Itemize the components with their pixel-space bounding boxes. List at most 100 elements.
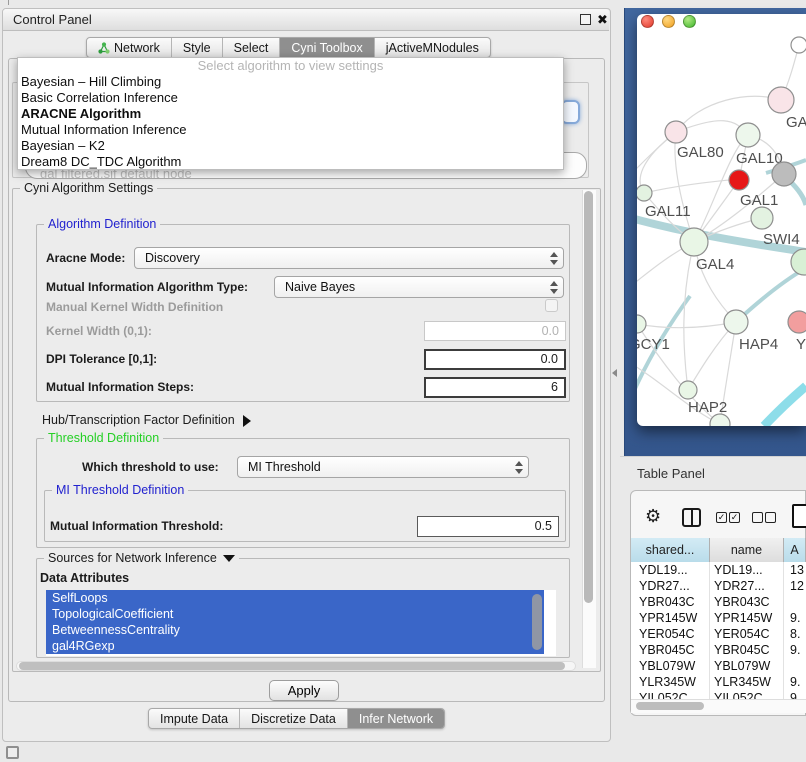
close-icon[interactable]: ✖ — [597, 12, 608, 28]
table-cell: 9. — [784, 674, 806, 690]
restore-panel-icon[interactable] — [6, 746, 19, 759]
tab-discretize-data[interactable]: Discretize Data — [239, 709, 347, 728]
table-row[interactable]: YBR043CYBR043C — [631, 594, 806, 610]
algorithm-option-aracne-algorithm[interactable]: ARACNE Algorithm — [18, 106, 563, 122]
minimize-traffic-light[interactable] — [662, 15, 675, 28]
mi-type-select[interactable]: Naive Bayes — [274, 276, 564, 298]
tab-label: Infer Network — [359, 712, 433, 726]
network-node-hap4[interactable] — [724, 310, 748, 334]
select-all-icon[interactable]: ✓ — [716, 512, 727, 523]
algorithm-option-bayesian-hill-climbing[interactable]: Bayesian – Hill Climbing — [18, 74, 563, 90]
data-attributes-label: Data Attributes — [40, 570, 129, 586]
deselect-all-icon[interactable] — [765, 512, 776, 523]
table-cell: YIL052C — [710, 690, 784, 699]
mi-steps-field[interactable]: 6 — [424, 377, 566, 398]
node-label-hap4: HAP4 — [739, 336, 778, 353]
divider-collapse-icon[interactable] — [612, 369, 617, 377]
dpi-tolerance-field[interactable]: 0.0 — [424, 349, 566, 370]
algorithm-option-dream8-dc-tdc-algorithm[interactable]: Dream8 DC_TDC Algorithm — [18, 154, 563, 170]
algorithm-option-bayesian-k2[interactable]: Bayesian – K2 — [18, 138, 563, 154]
network-node-gal10[interactable] — [736, 123, 760, 147]
network-node-gal80[interactable] — [665, 121, 687, 143]
algorithm-definition-legend: Algorithm Definition — [44, 218, 160, 231]
network-node-gcy1[interactable] — [637, 315, 646, 333]
table-row[interactable]: YDR27...YDR27...12 — [631, 578, 806, 594]
attribute-item-betweennesscentrality[interactable]: BetweennessCentrality — [46, 622, 544, 638]
mi-type-value: Naive Bayes — [285, 277, 355, 297]
hub-definition-expander[interactable]: Hub/Transcription Factor Definition — [42, 412, 251, 429]
select-all-icon[interactable]: ✓ — [729, 512, 740, 523]
table-cell: 9. — [784, 642, 806, 658]
network-canvas[interactable]: GALGAL80GAL10GAL1SWI4GAL11GAL4HAP4YGCY1H… — [637, 28, 806, 426]
kernel-width-field[interactable]: 0.0 — [424, 321, 566, 341]
table-cell: YBL079W — [631, 658, 710, 674]
tab-jactivemnodules[interactable]: jActiveMNodules — [374, 38, 490, 57]
apply-button[interactable]: Apply — [269, 680, 339, 701]
close-traffic-light[interactable] — [641, 15, 654, 28]
node-label-gal10: GAL10 — [736, 150, 783, 167]
node-label-y: Y — [796, 336, 806, 353]
table-row[interactable]: YBR045CYBR045C9. — [631, 642, 806, 658]
new-table-icon[interactable] — [792, 504, 806, 528]
table-cell: YPR145W — [631, 610, 710, 626]
gear-icon[interactable]: ⚙ — [645, 506, 661, 526]
column-header-name[interactable]: name — [710, 538, 784, 562]
tab-cyni-toolbox[interactable]: Cyni Toolbox — [279, 38, 373, 57]
attribute-item-gal4rgexp[interactable]: gal4RGexp — [46, 638, 544, 654]
sources-legend[interactable]: Sources for Network Inference — [44, 552, 239, 565]
sources-legend-label: Sources for Network Inference — [48, 551, 217, 565]
aracne-mode-select[interactable]: Discovery — [134, 247, 564, 269]
tab-infer-network[interactable]: Infer Network — [347, 709, 444, 728]
table-cell: YDR27... — [710, 578, 784, 594]
tab-select[interactable]: Select — [222, 38, 280, 57]
tab-impute-data[interactable]: Impute Data — [149, 709, 239, 728]
tab-label: jActiveMNodules — [386, 41, 479, 55]
network-node-y[interactable] — [788, 311, 806, 333]
table-horizontal-scrollbar-thumb[interactable] — [636, 702, 704, 710]
settings-horizontal-scrollbar-thumb[interactable] — [19, 662, 565, 670]
float-icon[interactable] — [580, 14, 591, 25]
node-label-gal4: GAL4 — [696, 256, 734, 273]
tab-style[interactable]: Style — [171, 38, 222, 57]
algorithm-option-list: Bayesian – Hill ClimbingBasic Correlatio… — [18, 74, 563, 170]
tab-label: Select — [234, 41, 269, 55]
which-threshold-select[interactable]: MI Threshold — [237, 456, 529, 478]
table-row[interactable]: YDL19...YDL19...13 — [631, 562, 806, 578]
table-row[interactable]: YER054CYER054C8. — [631, 626, 806, 642]
dpi-tolerance-label: DPI Tolerance [0,1]: — [46, 349, 157, 370]
table-row[interactable]: YIL052CYIL052C9 — [631, 690, 806, 699]
settings-vertical-scrollbar-thumb[interactable] — [584, 191, 593, 603]
network-node[interactable] — [791, 37, 806, 53]
mi-threshold-field[interactable]: 0.5 — [417, 516, 559, 537]
table-row[interactable]: YBL079WYBL079W — [631, 658, 806, 674]
algorithm-option-basic-correlation-inference[interactable]: Basic Correlation Inference — [18, 90, 563, 106]
manual-kernel-checkbox[interactable] — [545, 299, 558, 312]
network-node-gal1[interactable] — [751, 207, 773, 229]
table-header-row: shared...nameA — [631, 538, 806, 562]
split-columns-icon[interactable] — [682, 508, 701, 527]
mi-type-label: Mutual Information Algorithm Type: — [46, 276, 248, 298]
which-threshold-label: Which threshold to use: — [82, 456, 219, 478]
table-cell: YBR043C — [631, 594, 710, 610]
table-cell: 12 — [784, 578, 806, 594]
table-row[interactable]: YLR345WYLR345W9. — [631, 674, 806, 690]
zoom-traffic-light[interactable] — [683, 15, 696, 28]
attributes-list-scrollbar-thumb[interactable] — [532, 594, 542, 650]
deselect-all-icon[interactable] — [752, 512, 763, 523]
network-node-gal[interactable] — [768, 87, 794, 113]
column-header-shared-[interactable]: shared... — [631, 538, 710, 562]
attribute-item-selfloops[interactable]: SelfLoops — [46, 590, 544, 606]
table-row[interactable]: YPR145WYPR145W9. — [631, 610, 806, 626]
column-header-a[interactable]: A — [784, 538, 806, 562]
tab-network[interactable]: Network — [87, 38, 171, 57]
algorithm-dropdown-popup: Select algorithm to view settings Bayesi… — [17, 57, 564, 170]
network-node[interactable] — [772, 162, 796, 186]
network-node[interactable] — [729, 170, 749, 190]
attribute-item-topologicalcoefficient[interactable]: TopologicalCoefficient — [46, 606, 544, 622]
network-node-hap2[interactable] — [679, 381, 697, 399]
network-node-gal4[interactable] — [680, 228, 708, 256]
algorithm-option-mutual-information-inference[interactable]: Mutual Information Inference — [18, 122, 563, 138]
network-node-gal11[interactable] — [637, 185, 652, 201]
stepper-arrows-icon — [548, 251, 559, 266]
panel-divider — [620, 456, 806, 457]
